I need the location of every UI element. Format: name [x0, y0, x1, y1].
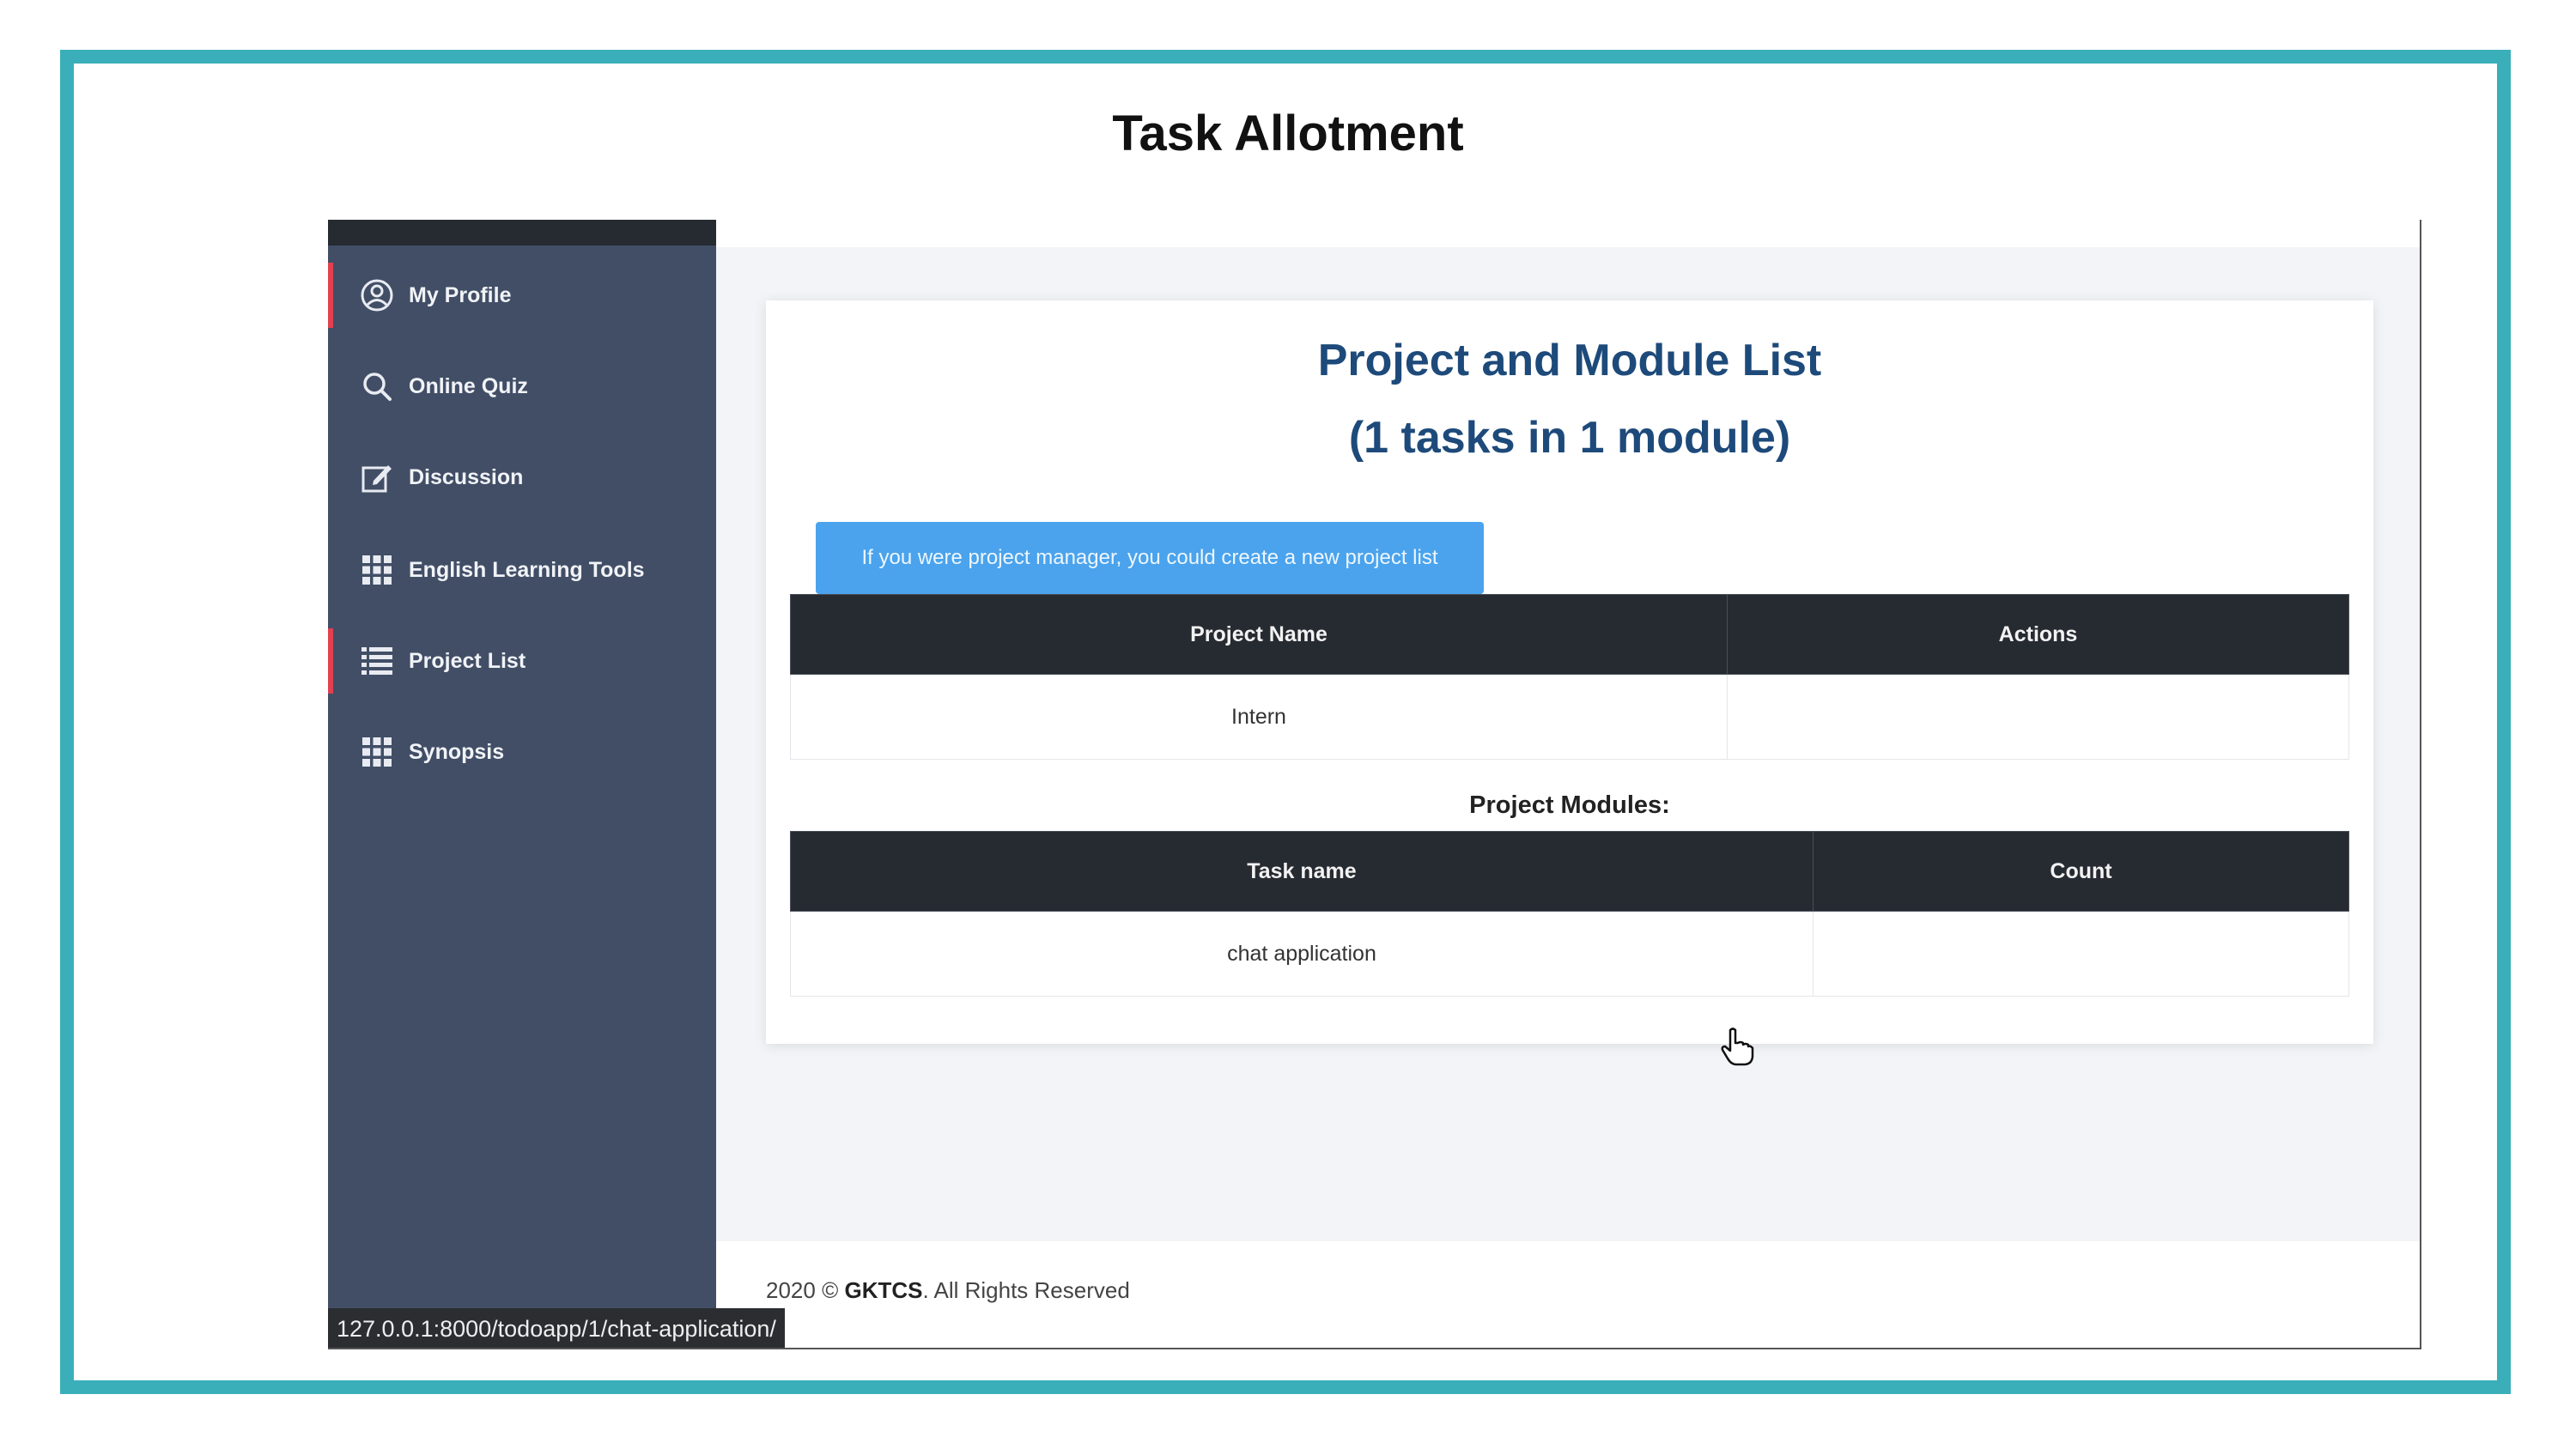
sidebar-item-label: Project List — [409, 648, 526, 673]
list-icon — [359, 643, 395, 679]
edit-icon — [359, 459, 395, 495]
main-area: Project and Module List (1 tasks in 1 mo… — [716, 220, 2420, 1348]
sidebar-item-online-quiz[interactable]: Online Quiz — [328, 354, 716, 419]
app-screenshot: My Profile Online Quiz Discussion Englis… — [328, 220, 2421, 1349]
search-icon — [359, 368, 395, 404]
sidebar-item-my-profile[interactable]: My Profile — [328, 263, 716, 328]
page-subtitle: (1 tasks in 1 module) — [1348, 413, 1791, 463]
column-header: Project Name — [790, 594, 1728, 675]
sidebar-item-label: Online Quiz — [409, 373, 528, 398]
slide-title: Task Allotment — [1112, 106, 1464, 161]
count-cell — [1813, 911, 2349, 997]
sidebar-item-label: My Profile — [409, 282, 512, 307]
footer: 2020 © GKTCS. All Rights Reserved — [766, 1277, 1130, 1304]
task-name-link[interactable]: chat application — [790, 911, 1814, 997]
grid-icon — [359, 552, 395, 588]
sidebar-item-discussion[interactable]: Discussion — [328, 445, 716, 510]
sidebar-item-english-learning-tools[interactable]: English Learning Tools — [328, 537, 716, 603]
sidebar-item-label: Discussion — [409, 464, 524, 489]
modules-table: Task name Count chat application — [790, 831, 2349, 997]
modules-label: Project Modules: — [1469, 791, 1670, 819]
sidebar-item-project-list[interactable]: Project List — [328, 628, 716, 694]
footer-year: 2020 © — [766, 1277, 839, 1303]
create-project-button[interactable]: If you were project manager, you could c… — [816, 522, 1484, 594]
projects-table: Project Name Actions Intern — [790, 594, 2349, 760]
page-title: Project and Module List — [1317, 336, 1822, 385]
user-circle-icon — [359, 277, 395, 313]
sidebar: My Profile Online Quiz Discussion Englis… — [328, 220, 716, 1348]
project-card: Project and Module List (1 tasks in 1 mo… — [766, 300, 2373, 1066]
grid-icon — [359, 734, 395, 770]
table-row: Intern — [790, 674, 2349, 760]
actions-cell — [1727, 674, 2349, 760]
project-name-cell[interactable]: Intern — [790, 674, 1728, 760]
sidebar-item-label: English Learning Tools — [409, 557, 645, 582]
hand-cursor-icon — [1720, 1027, 1754, 1070]
footer-rights: . All Rights Reserved — [922, 1277, 1130, 1303]
sidebar-item-label: Synopsis — [409, 739, 505, 764]
column-header: Actions — [1727, 594, 2349, 675]
column-header: Count — [1813, 831, 2349, 912]
footer-brand[interactable]: GKTCS — [844, 1277, 922, 1303]
content-area: Project and Module List (1 tasks in 1 mo… — [716, 247, 2420, 1241]
column-header: Task name — [790, 831, 1814, 912]
table-row: chat application — [790, 911, 2349, 997]
sidebar-header — [328, 220, 716, 246]
sidebar-item-synopsis[interactable]: Synopsis — [328, 719, 716, 785]
status-bar-url: 127.0.0.1:8000/todoapp/1/chat-applicatio… — [328, 1308, 785, 1348]
